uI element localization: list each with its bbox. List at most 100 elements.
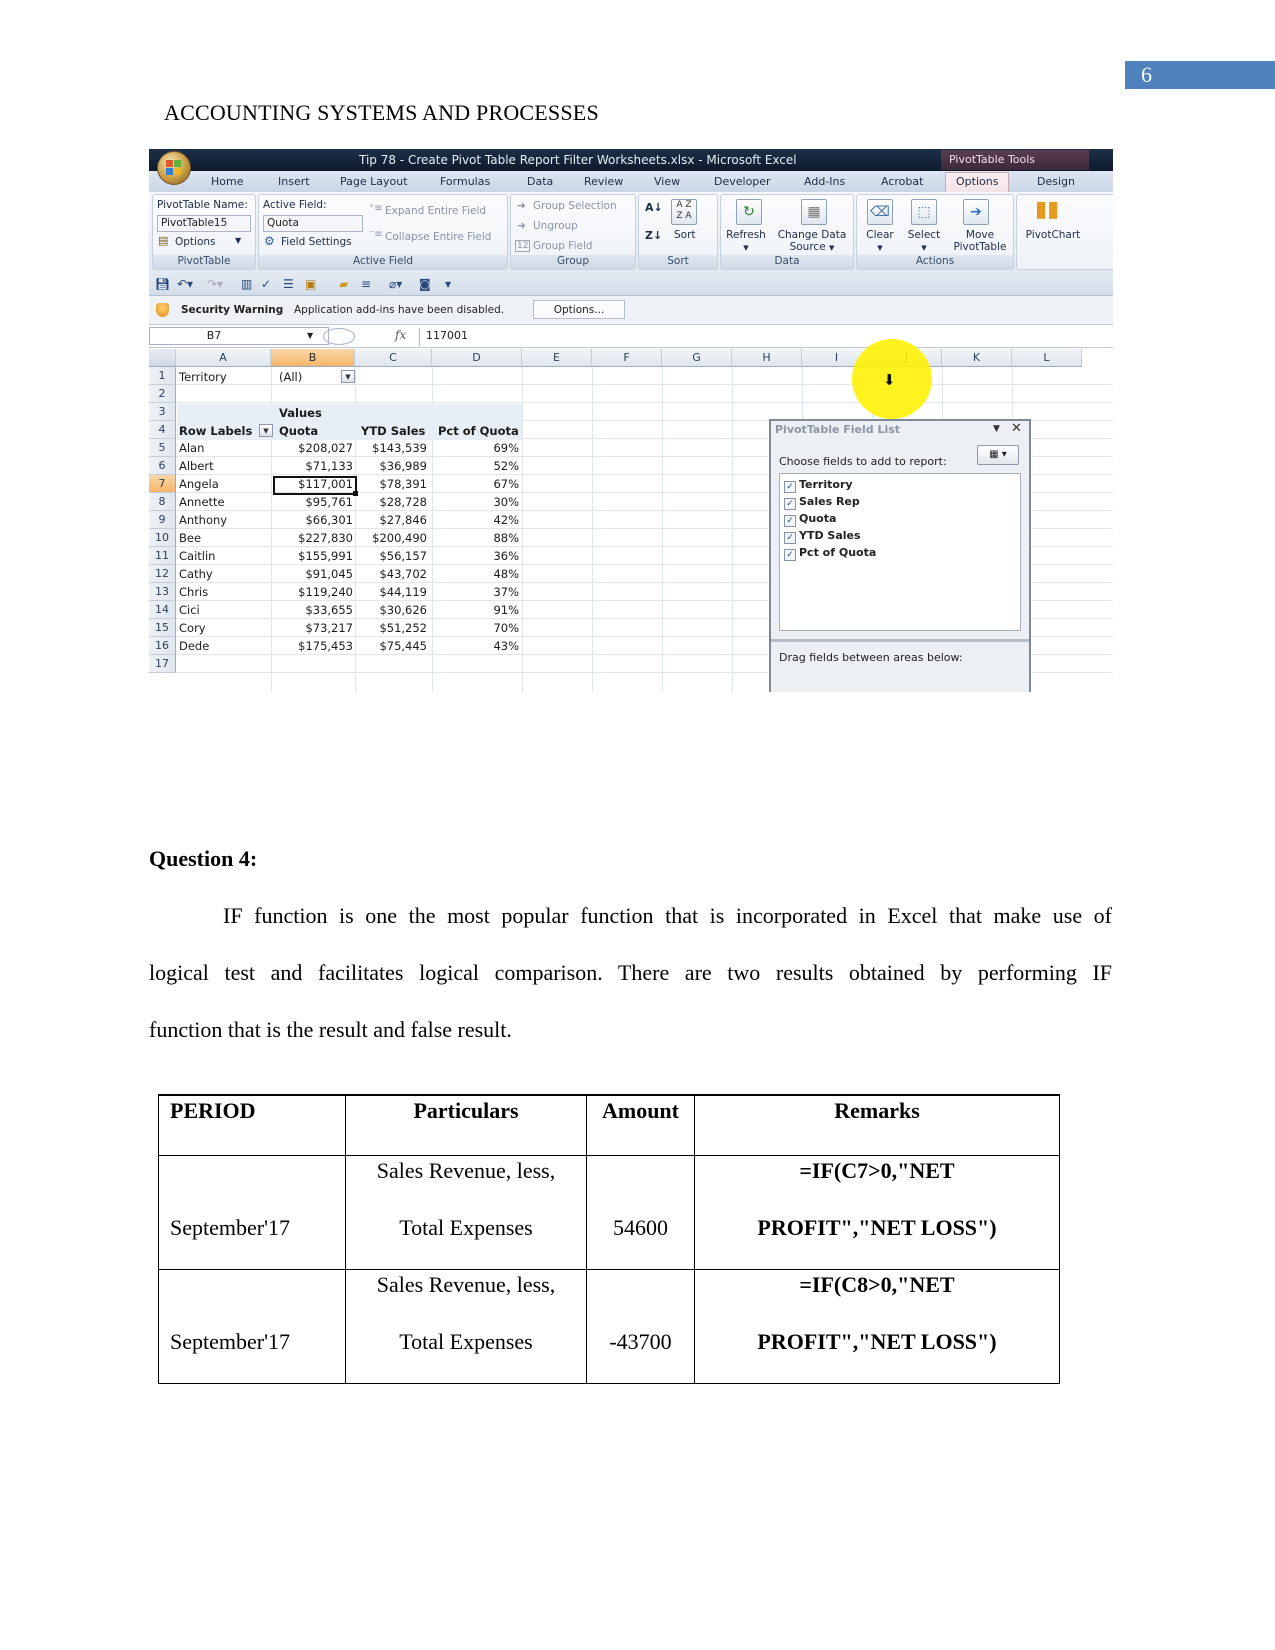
close-icon[interactable]: ✕ (1011, 421, 1022, 436)
tab-acrobat[interactable]: Acrobat (881, 175, 923, 188)
tab-home[interactable]: Home (211, 175, 243, 188)
pivot-cell-name[interactable]: Annette (179, 493, 225, 511)
formula-bar-handle[interactable] (323, 328, 355, 345)
select-button[interactable]: Select ▼ (902, 229, 946, 254)
pivot-cell-pct[interactable]: 43% (431, 637, 519, 655)
sort-ascending-button[interactable]: A↓ (645, 201, 663, 214)
column-header-h[interactable]: H (732, 349, 802, 367)
pivot-cell-ytd[interactable]: $200,490 (355, 529, 427, 547)
expand-field-button[interactable]: Expand Entire Field (385, 205, 486, 217)
tab-options[interactable]: Options (945, 172, 1010, 192)
active-field-input[interactable]: Quota (263, 215, 363, 232)
pivot-cell-ytd[interactable]: $75,445 (355, 637, 427, 655)
checkbox[interactable]: ✓ (784, 532, 796, 544)
row-labels-dropdown-button[interactable]: ▼ (259, 424, 273, 437)
tab-data[interactable]: Data (527, 175, 553, 188)
pivot-cell-pct[interactable]: 42% (431, 511, 519, 529)
pivot-cell-name[interactable]: Bee (179, 529, 201, 547)
column-header-c[interactable]: C (355, 349, 432, 367)
pivot-cell-ytd[interactable]: $36,989 (355, 457, 427, 475)
tab-insert[interactable]: Insert (278, 175, 310, 188)
field-settings-button[interactable]: Field Settings (281, 236, 352, 248)
sort-descending-button[interactable]: Z↓ (645, 229, 662, 242)
change-data-source-button[interactable]: Change Data Source ▼ (771, 229, 853, 254)
pivot-cell-quota[interactable]: $91,045 (271, 565, 353, 583)
column-header-e[interactable]: E (522, 349, 592, 367)
row-header-7[interactable]: 7 (149, 475, 176, 493)
row-header-8[interactable]: 8 (149, 493, 176, 511)
tab-add-ins[interactable]: Add-Ins (804, 175, 845, 188)
row-header-3[interactable]: 3 (149, 403, 176, 421)
sort-button[interactable]: Sort (674, 229, 696, 241)
pivot-cell-pct[interactable]: 88% (431, 529, 519, 547)
refresh-button[interactable]: Refresh ▼ (724, 229, 768, 254)
field-list-item[interactable]: ✓ Pct of Quota (784, 546, 876, 561)
pivottable-name-input[interactable]: PivotTable15 (157, 215, 251, 232)
row-header-14[interactable]: 14 (149, 601, 176, 619)
pivot-cell-pct[interactable]: 67% (431, 475, 519, 493)
column-header-l[interactable]: L (1012, 349, 1082, 367)
checkbox[interactable]: ✓ (784, 515, 796, 527)
collapse-field-button[interactable]: Collapse Entire Field (385, 231, 491, 243)
office-button[interactable] (157, 151, 191, 185)
field-list-item[interactable]: ✓ Sales Rep (784, 495, 860, 510)
checkbox[interactable]: ✓ (784, 481, 796, 493)
clear-button[interactable]: Clear ▼ (859, 229, 901, 254)
column-header-k[interactable]: K (942, 349, 1012, 367)
pivot-cell-pct[interactable]: 69% (431, 439, 519, 457)
row-header-2[interactable]: 2 (149, 385, 176, 403)
freeze-panes-icon[interactable]: ▥ (241, 277, 252, 291)
field-list-layout-button[interactable]: ▦ ▾ (977, 445, 1019, 465)
tab-page-layout[interactable]: Page Layout (340, 175, 408, 188)
pivot-cell-quota[interactable]: $155,991 (271, 547, 353, 565)
pivot-cell-ytd[interactable]: $43,702 (355, 565, 427, 583)
pivot-cell-pct[interactable]: 37% (431, 583, 519, 601)
pivot-cell-ytd[interactable]: $78,391 (355, 475, 427, 493)
options-button[interactable]: Options (175, 236, 216, 248)
paste-icon[interactable]: ▣ (305, 277, 316, 291)
pivot-cell-name[interactable]: Angela (179, 475, 219, 493)
pivot-cell-quota[interactable]: $208,027 (271, 439, 353, 457)
tab-developer[interactable]: Developer (714, 175, 771, 188)
pivot-cell-name[interactable]: Albert (179, 457, 214, 475)
move-pivottable-button[interactable]: Move PivotTable (949, 229, 1011, 253)
pivot-cell-ytd[interactable]: $44,119 (355, 583, 427, 601)
camera-icon[interactable]: ◙ (419, 277, 431, 291)
redo-icon[interactable]: ↷▾ (207, 277, 223, 291)
pivot-cell-quota[interactable]: $119,240 (271, 583, 353, 601)
pane-menu-icon[interactable]: ▼ (993, 424, 1000, 434)
group-selection-button[interactable]: Group Selection (533, 200, 617, 212)
pivot-cell-quota[interactable]: $227,830 (271, 529, 353, 547)
pivot-cell-name[interactable]: Anthony (179, 511, 227, 529)
column-header-d[interactable]: D (432, 349, 522, 367)
pivot-cell-pct[interactable]: 48% (431, 565, 519, 583)
chevron-down-icon[interactable]: ▼ (307, 331, 313, 340)
pivot-cell-pct[interactable]: 91% (431, 601, 519, 619)
field-list-item[interactable]: ✓ YTD Sales (784, 529, 861, 544)
save-icon[interactable]: 💾︎ (155, 277, 170, 291)
pivot-cell-pct[interactable]: 30% (431, 493, 519, 511)
pivot-cell-ytd[interactable]: $143,539 (355, 439, 427, 457)
list-icon[interactable]: ☰ (283, 277, 294, 291)
pivot-cell-name[interactable]: Cathy (179, 565, 213, 583)
pivot-cell-name[interactable]: Chris (179, 583, 208, 601)
pivot-cell-ytd[interactable]: $51,252 (355, 619, 427, 637)
checkbox[interactable]: ✓ (784, 498, 796, 510)
group-field-button[interactable]: Group Field (533, 240, 593, 252)
column-header-g[interactable]: G (662, 349, 732, 367)
formula-input[interactable]: 117001 (419, 328, 468, 346)
ungroup-button[interactable]: Ungroup (533, 220, 578, 232)
field-list-item[interactable]: ✓ Territory (784, 478, 853, 493)
fill-handle[interactable] (353, 491, 358, 496)
pivot-cell-name[interactable]: Cici (179, 601, 200, 619)
pane-divider[interactable] (771, 639, 1029, 642)
spelling-icon[interactable]: ✓ (261, 277, 271, 291)
pivot-cell-pct[interactable]: 70% (431, 619, 519, 637)
pivot-cell-name[interactable]: Dede (179, 637, 209, 655)
pivot-cell-quota[interactable]: $33,655 (271, 601, 353, 619)
pivot-cell-name[interactable]: Caitlin (179, 547, 215, 565)
worksheet-grid[interactable]: ABCDEFGHIJKL 1234567891011121314151617 T… (149, 339, 1113, 692)
pivot-cell-ytd[interactable]: $27,846 (355, 511, 427, 529)
tab-formulas[interactable]: Formulas (440, 175, 490, 188)
security-options-button[interactable]: Options... (533, 300, 625, 319)
